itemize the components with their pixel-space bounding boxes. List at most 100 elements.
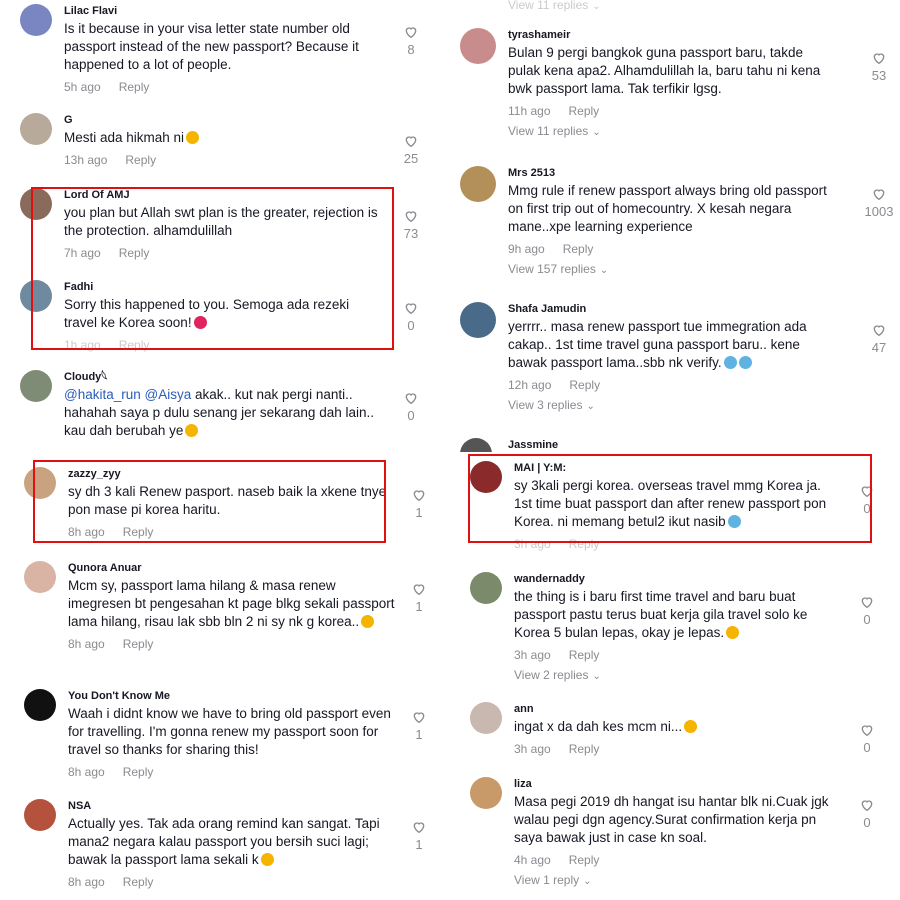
view-replies-button[interactable]: View 3 replies ⌄ — [508, 398, 838, 412]
like-button[interactable]: 47 — [862, 322, 896, 355]
comment-time: 3h ago — [514, 742, 551, 756]
reply-button[interactable]: Reply — [123, 765, 154, 779]
avatar[interactable] — [470, 702, 502, 734]
comment-username[interactable]: Lord Of AMJ — [64, 188, 394, 202]
reply-button[interactable]: Reply — [569, 853, 600, 867]
comment-username[interactable]: liza — [514, 777, 844, 791]
reply-button[interactable]: Reply — [125, 153, 156, 167]
like-button[interactable]: 1 — [402, 819, 436, 852]
reply-button[interactable]: Reply — [569, 378, 600, 392]
comment-username[interactable]: tyrashameir — [508, 28, 838, 42]
comment-username[interactable]: Shafa Jamudin — [508, 302, 838, 316]
comment-text: Waah i didnt know we have to bring old p… — [68, 706, 391, 757]
heart-icon — [861, 597, 873, 609]
avatar[interactable] — [20, 113, 52, 145]
reply-button[interactable]: Reply — [123, 637, 154, 651]
avatar[interactable] — [460, 302, 496, 338]
view-replies-button[interactable]: View 1 reply ⌄ — [514, 873, 844, 887]
comment-meta: 8h ago Reply — [68, 637, 398, 651]
like-button[interactable]: 1 — [402, 581, 436, 614]
heart-icon — [405, 303, 417, 315]
comment-username[interactable]: NSA — [68, 799, 398, 813]
reply-button[interactable]: Reply — [119, 338, 150, 352]
comment-time: 8h ago — [68, 765, 105, 779]
like-button[interactable]: 0 — [394, 300, 428, 333]
comment-time: 12h ago — [508, 378, 552, 392]
reply-button[interactable]: Reply — [123, 525, 154, 539]
like-button[interactable]: 1 — [402, 709, 436, 742]
heart-emoji-icon — [193, 316, 207, 329]
comment-username[interactable]: Lilac Flavi — [64, 4, 384, 18]
avatar[interactable] — [24, 799, 56, 831]
like-button[interactable]: 1 — [402, 487, 436, 520]
comment-meta: 11h ago Reply — [508, 104, 838, 118]
reply-button[interactable]: Reply — [569, 537, 600, 551]
emoji-icon — [185, 424, 199, 437]
comment-meta: 3h ago Reply — [514, 537, 834, 551]
comment-username[interactable]: Jassmine — [508, 438, 838, 452]
like-button[interactable]: 8 — [394, 24, 428, 57]
comment-username[interactable]: Mrs 2513 — [508, 166, 838, 180]
comment-username[interactable]: wandernaddy — [514, 572, 834, 586]
comment-text: Bulan 9 pergi bangkok guna passport baru… — [508, 45, 821, 96]
reply-button[interactable]: Reply — [569, 104, 600, 118]
chevron-down-icon: ⌄ — [586, 401, 595, 412]
like-button[interactable]: 73 — [394, 208, 428, 241]
avatar[interactable] — [20, 280, 52, 312]
like-button[interactable]: 0 — [850, 483, 884, 516]
view-replies-button[interactable]: View 11 replies ⌄ — [508, 0, 601, 12]
mention-link[interactable]: @Aisya — [145, 387, 192, 402]
comment-username[interactable]: zazzy_zyy — [68, 467, 388, 481]
comment-meta: 8h ago Reply — [68, 875, 398, 889]
comment-text: Mesti ada hikmah ni — [64, 129, 384, 147]
heart-icon — [405, 393, 417, 405]
reply-button[interactable]: Reply — [563, 242, 594, 256]
emoji-icon — [260, 853, 274, 866]
comment-time: 5h ago — [64, 80, 101, 94]
avatar[interactable] — [470, 572, 502, 604]
avatar[interactable] — [470, 461, 502, 493]
comment-text: you plan but Allah swt plan is the great… — [64, 205, 378, 238]
view-replies-button[interactable]: View 157 replies ⌄ — [508, 262, 838, 276]
reply-button[interactable]: Reply — [119, 246, 150, 260]
like-button[interactable]: 25 — [394, 133, 428, 166]
reply-button[interactable]: Reply — [123, 875, 154, 889]
right-comment-column: View 11 replies ⌄ tyrashameir Bulan 9 per… — [450, 0, 900, 900]
avatar[interactable] — [460, 28, 496, 64]
comment-username[interactable]: Cloudy𓆩 — [64, 370, 384, 384]
avatar[interactable] — [460, 438, 492, 452]
avatar[interactable] — [20, 188, 52, 220]
view-replies-button[interactable]: View 2 replies ⌄ — [514, 668, 834, 682]
like-button[interactable]: 0 — [850, 722, 884, 755]
comment-text-content: Mcm sy, passport lama hilang & masa rene… — [68, 578, 395, 629]
avatar[interactable] — [24, 561, 56, 593]
reply-button[interactable]: Reply — [119, 80, 150, 94]
avatar[interactable] — [470, 777, 502, 809]
avatar[interactable] — [20, 370, 52, 402]
avatar[interactable] — [20, 4, 52, 36]
like-button[interactable]: 0 — [394, 390, 428, 423]
comment-username[interactable]: G — [64, 113, 384, 127]
avatar[interactable] — [24, 689, 56, 721]
like-button[interactable]: 0 — [850, 594, 884, 627]
heart-icon — [405, 211, 417, 223]
comment-username[interactable]: MAI | Y:M: — [514, 461, 834, 475]
reply-button[interactable]: Reply — [569, 742, 600, 756]
mention-link[interactable]: @hakita_run — [64, 387, 141, 402]
comment-time: 8h ago — [68, 525, 105, 539]
comment-username[interactable]: ann — [514, 702, 834, 716]
comment-username[interactable]: Qunora Anuar — [68, 561, 398, 575]
comment-username[interactable]: You Don't Know Me — [68, 689, 398, 703]
view-replies-button[interactable]: View 11 replies ⌄ — [508, 124, 838, 138]
comment-time: 3h ago — [514, 537, 551, 551]
like-button[interactable]: 53 — [862, 50, 896, 83]
avatar[interactable] — [24, 467, 56, 499]
like-button[interactable]: 1003 — [858, 186, 900, 219]
like-count: 1 — [415, 727, 423, 742]
reply-button[interactable]: Reply — [569, 648, 600, 662]
heart-icon — [861, 800, 873, 812]
avatar[interactable] — [460, 166, 496, 202]
comment-username[interactable]: Fadhi — [64, 280, 384, 294]
like-button[interactable]: 0 — [850, 797, 884, 830]
emoji-icon — [186, 131, 200, 144]
